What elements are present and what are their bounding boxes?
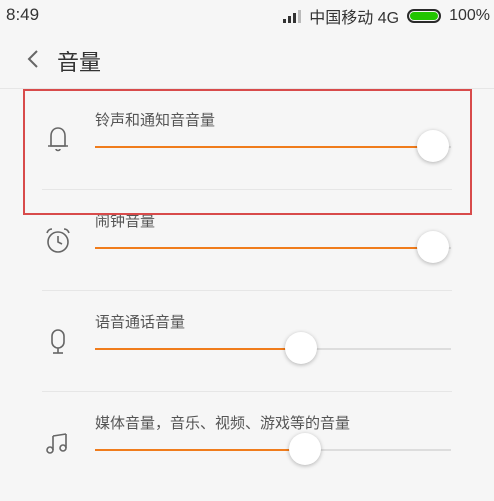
slider-thumb[interactable] xyxy=(417,231,450,263)
slider-fill xyxy=(95,146,434,148)
battery-fill xyxy=(410,12,439,20)
volume-label: 闹钟音量 xyxy=(95,212,156,230)
header: 音量 xyxy=(0,32,494,89)
battery-icon xyxy=(407,9,442,23)
music-note-icon xyxy=(46,433,67,454)
microphone-icon xyxy=(51,329,65,354)
ringtone-volume-slider[interactable] xyxy=(95,130,451,162)
list-item-call: 语音通话音量 xyxy=(0,291,494,392)
alarm-volume-slider[interactable] xyxy=(95,231,451,263)
alarm-clock-icon xyxy=(46,228,70,253)
slider-thumb[interactable] xyxy=(417,130,450,162)
slider-fill xyxy=(95,449,306,451)
slider-fill xyxy=(95,247,434,249)
bell-icon xyxy=(48,127,68,152)
volume-label: 语音通话音量 xyxy=(95,313,186,331)
volume-label: 铃声和通知音音量 xyxy=(95,111,216,129)
status-time: 8:49 xyxy=(6,5,40,24)
volume-list: 铃声和通知音音量 闹钟音量 语音通话音量 媒体音量，音乐、视频、游戏等的音量 xyxy=(0,89,494,493)
carrier-text: 中国移动 4G xyxy=(309,10,400,27)
slider-thumb[interactable] xyxy=(285,332,318,364)
list-item-media: 媒体音量，音乐、视频、游戏等的音量 xyxy=(0,392,494,493)
battery-percent: 100% xyxy=(449,7,490,24)
signal-icon xyxy=(283,9,302,23)
media-volume-slider[interactable] xyxy=(95,433,451,465)
slider-fill xyxy=(95,348,302,350)
status-bar: 8:49 中国移动 4G 100% xyxy=(0,0,494,32)
status-right: 中国移动 4G 100% xyxy=(283,4,490,28)
volume-label: 媒体音量，音乐、视频、游戏等的音量 xyxy=(95,414,351,432)
list-item-alarm: 闹钟音量 xyxy=(0,190,494,291)
call-volume-slider[interactable] xyxy=(95,332,451,364)
page-title: 音量 xyxy=(57,51,102,76)
list-item-ringtone: 铃声和通知音音量 xyxy=(0,89,494,190)
chevron-left-icon[interactable] xyxy=(22,47,46,71)
slider-thumb[interactable] xyxy=(289,433,322,465)
